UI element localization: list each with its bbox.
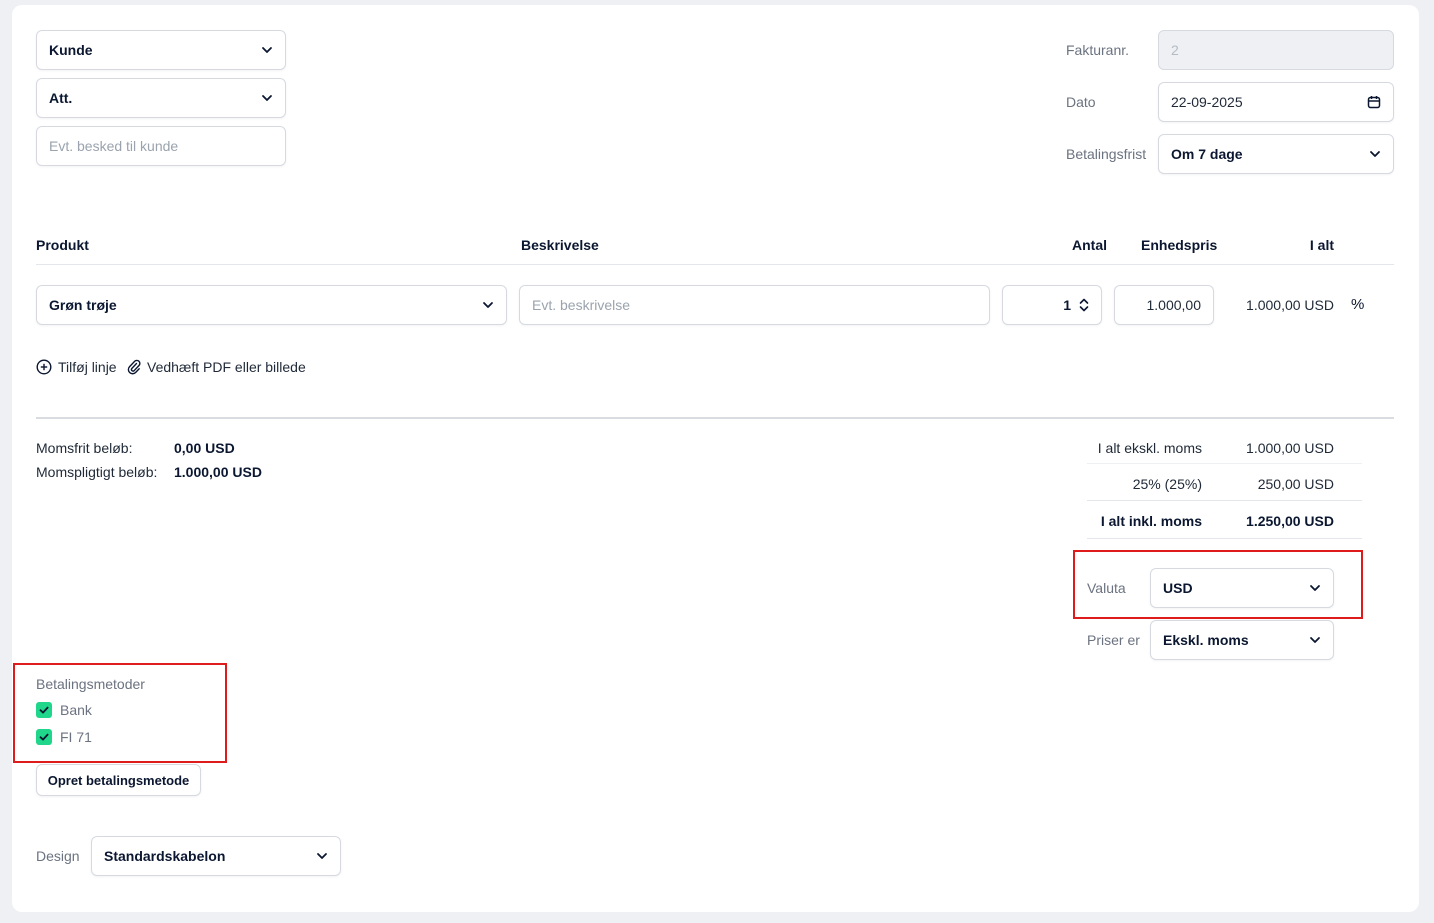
customer-message-input[interactable]: Evt. besked til kunde <box>36 126 286 166</box>
vat-free-label: Momsfrit beløb: <box>36 440 133 456</box>
divider <box>1087 463 1362 464</box>
vat-rate-label: 25% (25%) <box>1132 476 1202 492</box>
attention-select[interactable]: Att. <box>36 78 286 118</box>
attention-select-value: Att. <box>49 90 73 106</box>
customer-message-placeholder: Evt. besked til kunde <box>49 138 179 154</box>
paperclip-icon <box>127 359 141 375</box>
section-divider <box>36 417 1394 419</box>
payment-method-bank-checkbox[interactable] <box>36 702 52 718</box>
invoice-number-label: Fakturanr. <box>1066 42 1130 58</box>
payment-method-fi71-checkbox[interactable] <box>36 729 52 745</box>
divider <box>36 264 1394 265</box>
chevron-down-icon <box>1310 585 1320 591</box>
customer-select[interactable]: Kunde <box>36 30 286 70</box>
invoice-number-value: 2 <box>1171 42 1179 58</box>
unit-price-input[interactable]: 1.000,00 <box>1114 285 1214 325</box>
unit-price-value: 1.000,00 <box>1146 297 1202 313</box>
add-line-link[interactable]: Tilføj linje <box>36 359 117 375</box>
vat-amount-value: 250,00 USD <box>1257 476 1334 492</box>
calendar-icon[interactable] <box>1367 95 1381 109</box>
due-select[interactable]: Om 7 dage <box>1158 134 1394 174</box>
customer-select-value: Kunde <box>49 42 93 58</box>
column-header-total: I alt <box>1309 237 1334 253</box>
date-value: 22-09-2025 <box>1171 94 1243 110</box>
vat-free-value: 0,00 USD <box>174 440 235 456</box>
total-incl-value: 1.250,00 USD <box>1246 513 1334 529</box>
chevron-down-icon <box>1310 637 1320 643</box>
chevron-down-icon <box>1370 151 1380 157</box>
prices-label: Priser er <box>1087 632 1140 648</box>
currency-label: Valuta <box>1087 580 1126 596</box>
product-select-value: Grøn trøje <box>49 297 117 313</box>
payment-methods-title: Betalingsmetoder <box>36 676 145 692</box>
checkmark-icon <box>39 733 49 741</box>
design-select-value: Standardskabelon <box>104 848 226 864</box>
line-description-input[interactable]: Evt. beskrivelse <box>519 285 990 325</box>
divider <box>1087 500 1362 501</box>
total-excl-label: I alt ekskl. moms <box>1097 440 1202 456</box>
invoice-number-field: 2 <box>1158 30 1394 70</box>
plus-circle-icon <box>36 359 52 375</box>
divider <box>1087 538 1362 539</box>
checkmark-icon <box>39 706 49 714</box>
currency-select[interactable]: USD <box>1150 568 1334 608</box>
total-excl-value: 1.000,00 USD <box>1246 440 1334 456</box>
create-payment-method-button[interactable]: Opret betalingsmetode <box>36 764 201 796</box>
column-header-description: Beskrivelse <box>521 237 599 253</box>
quantity-value: 1 <box>1063 297 1071 313</box>
due-select-value: Om 7 dage <box>1171 146 1243 162</box>
attach-file-link[interactable]: Vedhæft PDF eller billede <box>127 359 306 375</box>
total-incl-label: I alt inkl. moms <box>1100 513 1202 529</box>
column-header-quantity: Antal <box>1072 237 1107 253</box>
attach-file-label: Vedhæft PDF eller billede <box>147 359 306 375</box>
due-label: Betalingsfrist <box>1066 146 1147 162</box>
line-description-placeholder: Evt. beskrivelse <box>532 297 631 313</box>
prices-select-value: Ekskl. moms <box>1163 632 1249 648</box>
prices-select[interactable]: Ekskl. moms <box>1150 620 1334 660</box>
design-label: Design <box>36 848 80 864</box>
line-total: 1.000,00 USD <box>1246 297 1334 313</box>
vat-liable-label: Momspligtigt beløb: <box>36 464 158 480</box>
chevron-down-icon <box>317 853 327 859</box>
payment-method-fi71-label: FI 71 <box>60 729 92 745</box>
discount-toggle[interactable]: % <box>1351 296 1364 313</box>
product-select[interactable]: Grøn trøje <box>36 285 507 325</box>
chevron-down-icon <box>262 47 272 53</box>
payment-method-bank-label: Bank <box>60 702 92 718</box>
design-select[interactable]: Standardskabelon <box>91 836 341 876</box>
stepper-arrows-icon[interactable] <box>1079 297 1089 313</box>
date-field[interactable]: 22-09-2025 <box>1158 82 1394 122</box>
chevron-down-icon <box>262 95 272 101</box>
quantity-stepper[interactable]: 1 <box>1002 285 1102 325</box>
chevron-down-icon <box>483 302 493 308</box>
vat-liable-value: 1.000,00 USD <box>174 464 262 480</box>
currency-select-value: USD <box>1163 580 1193 596</box>
column-header-unit-price: Enhedspris <box>1141 237 1218 253</box>
column-header-product: Produkt <box>36 237 89 253</box>
add-line-label: Tilføj linje <box>58 359 117 375</box>
date-label: Dato <box>1066 94 1096 110</box>
